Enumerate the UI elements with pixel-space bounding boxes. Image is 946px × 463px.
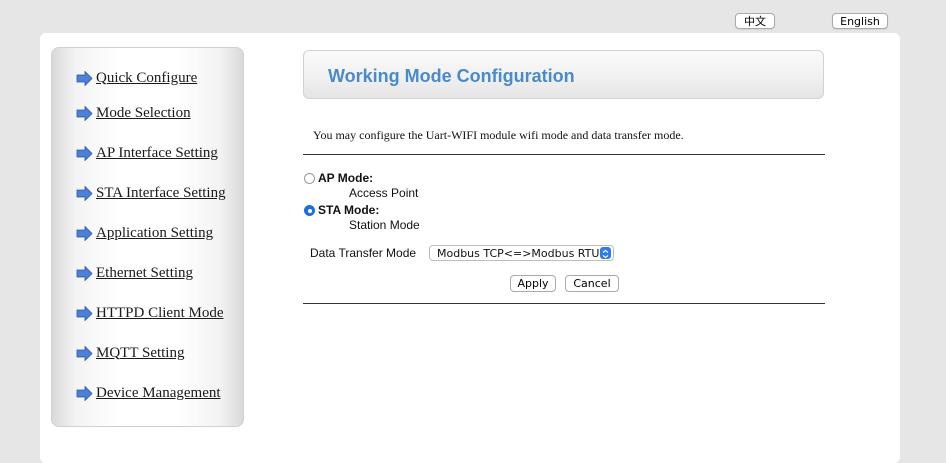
divider — [303, 303, 825, 304]
page-description: You may configure the Uart-WIFI module w… — [313, 128, 684, 142]
page-title: Working Mode Configuration — [328, 66, 575, 86]
page-title-box: Working Mode Configuration — [303, 50, 824, 99]
arrow-right-icon — [76, 145, 93, 161]
data-transfer-mode-label: Data Transfer Mode — [310, 246, 417, 260]
arrow-right-icon — [76, 70, 93, 86]
sidebar-item-sta-interface-setting[interactable]: STA Interface Setting — [76, 183, 226, 203]
sidebar-item-label[interactable]: HTTPD Client Mode — [96, 305, 224, 322]
english-language-button[interactable]: English — [832, 13, 888, 29]
sidebar-item-label[interactable]: MQTT Setting — [96, 345, 184, 362]
cancel-button[interactable]: Cancel — [565, 275, 619, 292]
arrow-right-icon — [76, 185, 93, 201]
ap-mode-option[interactable]: AP Mode: — [304, 171, 373, 185]
sidebar-item-label[interactable]: Quick Configure — [96, 70, 197, 87]
ap-mode-description: Access Point — [349, 186, 419, 200]
sidebar-item-label[interactable]: Device Management — [96, 385, 221, 402]
sidebar-item-application-setting[interactable]: Application Setting — [76, 223, 213, 243]
arrow-right-icon — [76, 345, 93, 361]
sidebar-item-ap-interface-setting[interactable]: AP Interface Setting — [76, 143, 218, 163]
sidebar-item-label[interactable]: Application Setting — [96, 225, 213, 242]
arrow-right-icon — [76, 105, 93, 121]
ap-mode-label: AP Mode: — [318, 171, 374, 185]
sidebar-item-label[interactable]: Ethernet Setting — [96, 265, 193, 282]
chevron-updown-icon — [600, 247, 611, 259]
main-panel: Quick Configure Mode Selection AP Interf… — [40, 33, 900, 463]
sidebar-item-mqtt-setting[interactable]: MQTT Setting — [76, 343, 184, 363]
arrow-right-icon — [76, 265, 93, 281]
sta-mode-option[interactable]: STA Mode: — [304, 203, 379, 217]
sidebar-item-quick-configure[interactable]: Quick Configure — [76, 68, 197, 88]
sidebar-item-httpd-client-mode[interactable]: HTTPD Client Mode — [76, 303, 224, 323]
sidebar-item-label[interactable]: Mode Selection — [96, 105, 191, 122]
sidebar: Quick Configure Mode Selection AP Interf… — [51, 47, 244, 427]
sta-mode-label: STA Mode: — [318, 203, 380, 217]
arrow-right-icon — [76, 385, 93, 401]
arrow-right-icon — [76, 305, 93, 321]
divider — [303, 154, 825, 155]
data-transfer-mode-select[interactable]: Modbus TCP<=>Modbus RTU — [429, 245, 614, 261]
apply-button[interactable]: Apply — [510, 275, 556, 292]
chinese-language-button[interactable]: 中文 — [735, 13, 775, 29]
sidebar-item-device-management[interactable]: Device Management — [76, 383, 221, 403]
sidebar-item-ethernet-setting[interactable]: Ethernet Setting — [76, 263, 193, 283]
sidebar-item-label[interactable]: AP Interface Setting — [96, 145, 218, 162]
sidebar-item-mode-selection[interactable]: Mode Selection — [76, 103, 191, 123]
sidebar-item-label[interactable]: STA Interface Setting — [96, 185, 226, 202]
sta-mode-radio[interactable] — [304, 204, 315, 216]
ap-mode-radio[interactable] — [304, 172, 315, 184]
sta-mode-description: Station Mode — [349, 218, 420, 232]
data-transfer-mode-value: Modbus TCP<=>Modbus RTU — [437, 247, 600, 260]
arrow-right-icon — [76, 225, 93, 241]
